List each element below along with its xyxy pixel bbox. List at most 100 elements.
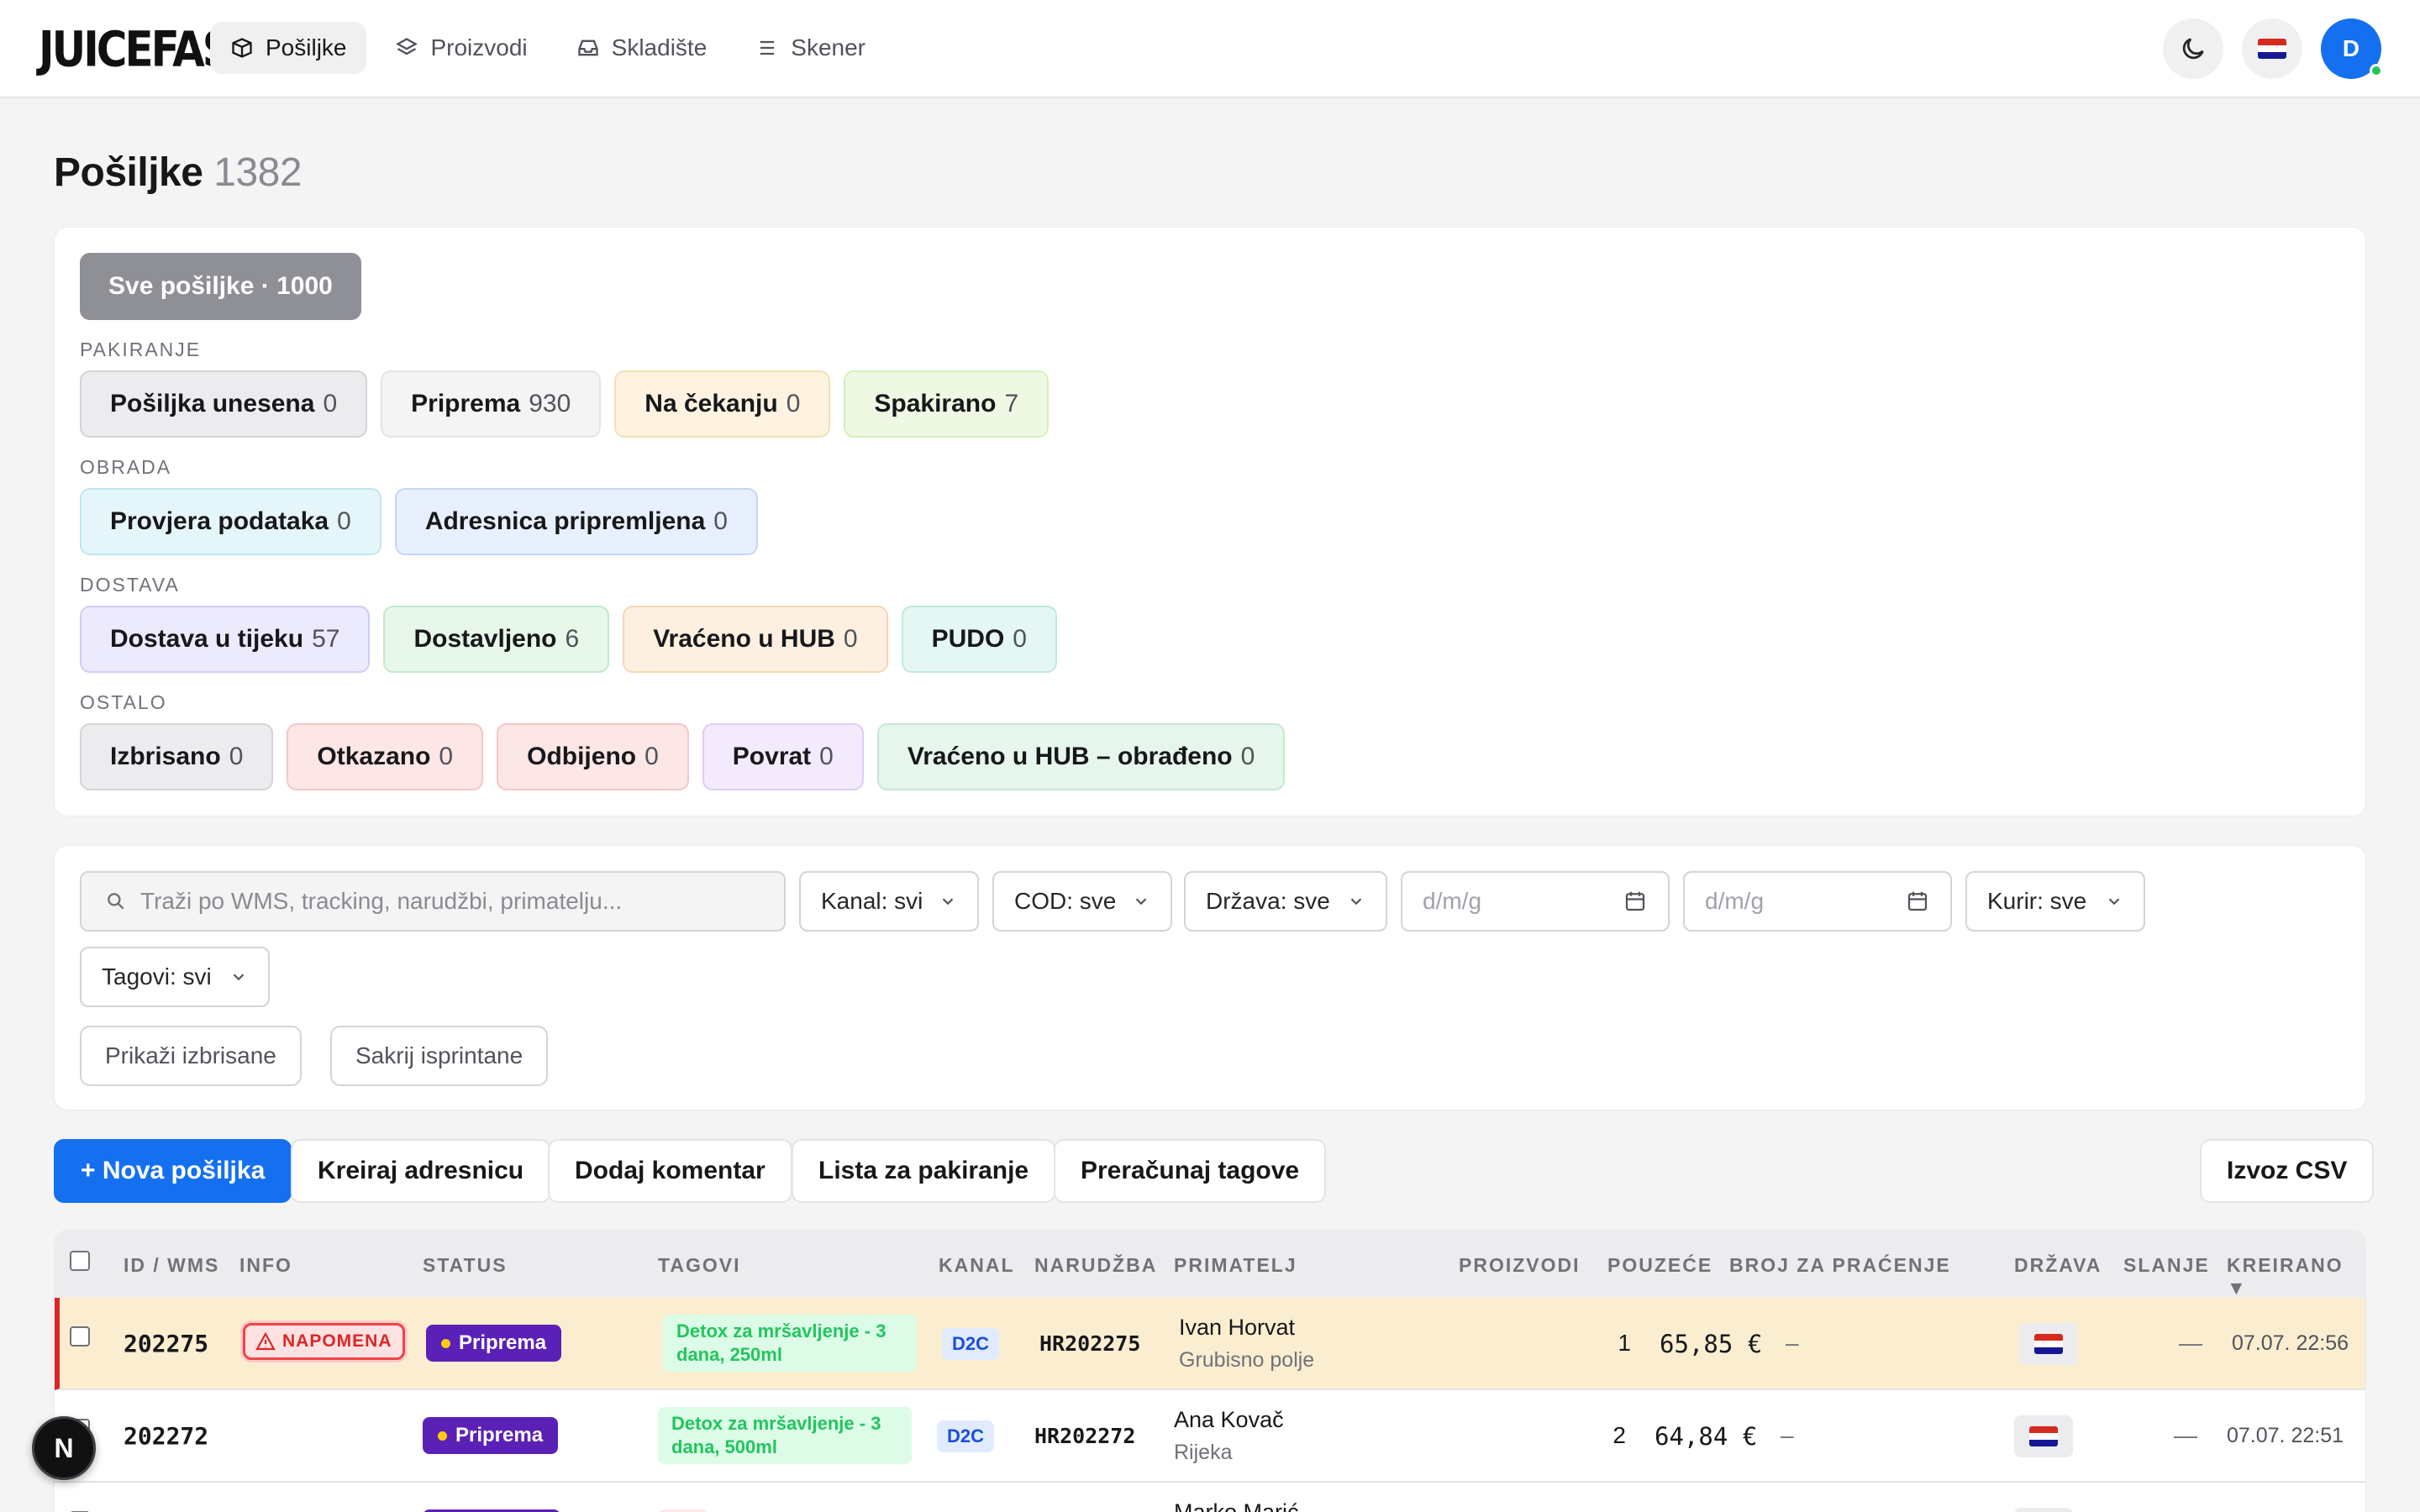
column-header-drzava[interactable]: DRŽAVA: [2014, 1254, 2102, 1277]
kanal-select[interactable]: Kanal: svi: [799, 871, 979, 932]
show-deleted-button[interactable]: Prikaži izbrisane: [80, 1026, 302, 1086]
column-header-slanje[interactable]: SLANJE: [2123, 1254, 2210, 1277]
status-chip[interactable]: Dostavljeno 6: [383, 606, 610, 673]
all-shipments-button[interactable]: Sve pošiljke · 1000: [80, 253, 361, 320]
create-label-button[interactable]: Kreiraj adresnicu: [291, 1139, 551, 1203]
status-chip[interactable]: Pošiljka unesena 0: [80, 370, 368, 438]
status-chip[interactable]: Na čekanju 0: [614, 370, 831, 438]
column-header-primatelj[interactable]: PRIMATELJ: [1174, 1254, 1297, 1277]
search-input[interactable]: Traži po WMS, tracking, narudžbi, primat…: [80, 871, 786, 932]
nav-item-skladiste[interactable]: Skladište: [556, 22, 728, 74]
recipient-name: Ana Kovač: [1174, 1407, 1284, 1432]
warning-icon: [255, 1331, 276, 1351]
croatia-flag-icon: [2258, 39, 2286, 59]
column-header-tracking[interactable]: BROJ ZA PRAĆENJE: [1729, 1254, 1951, 1277]
tracking-number: –: [1786, 1330, 1799, 1356]
status-badge: Priprema: [426, 1325, 562, 1362]
tag-chip: Detox za mršavljenje - 3 dana, 250ml: [663, 1315, 917, 1372]
chip-count: 0: [439, 743, 454, 770]
chip-count: 57: [312, 625, 340, 653]
status-chip[interactable]: Provjera podataka 0: [80, 488, 381, 555]
status-chip[interactable]: Povrat 0: [702, 723, 864, 790]
packing-list-button[interactable]: Lista za pakiranje: [792, 1139, 1056, 1203]
status-dot: [441, 1338, 450, 1348]
country-cell: [2014, 1415, 2073, 1457]
recipient-city: Grubisno polje: [1179, 1348, 1315, 1372]
chevron-down-icon: [233, 974, 245, 981]
top-bar: JUICEFAST Pošiljke Proizvodi Skladište S…: [0, 0, 2420, 98]
row-id[interactable]: 202275: [124, 1330, 208, 1357]
group-label-pakiranje: PAKIRANJE: [80, 339, 202, 360]
status-chip[interactable]: Otkazano 0: [287, 723, 484, 790]
column-header-kreirano[interactable]: KREIRANO ▼: [2227, 1254, 2365, 1299]
country-flag: [2014, 1415, 2073, 1457]
shipments-table: ID / WMS INFO STATUS TAGOVI KANAL NARUDŽ…: [54, 1230, 2366, 1512]
table-row[interactable]: Marko Marić: [55, 1483, 2365, 1512]
table-row[interactable]: 202272 Priprema Detox za mršavljenje - 3…: [55, 1390, 2365, 1483]
column-header-pouzece[interactable]: POUZEĆE: [1607, 1254, 1712, 1277]
floating-n-button[interactable]: N: [32, 1416, 96, 1480]
table-row[interactable]: 202275 NAPOMENA Priprema Detox za mršavl…: [55, 1298, 2365, 1390]
status-chip[interactable]: Spakirano 7: [844, 370, 1050, 438]
group-label-ostalo: OSTALO: [80, 691, 167, 713]
kurir-select[interactable]: Kurir: sve: [1965, 871, 2145, 932]
kanal-badge: D2C: [942, 1328, 1000, 1360]
column-header-kanal[interactable]: KANAL: [939, 1254, 1015, 1277]
hide-printed-button[interactable]: Sakrij isprintane: [330, 1026, 549, 1086]
column-header-proizvodi[interactable]: PROIZVODI: [1459, 1254, 1581, 1277]
search-placeholder: Traži po WMS, tracking, narudžbi, primat…: [140, 888, 623, 914]
order-number[interactable]: HR202275: [1039, 1331, 1140, 1356]
nav-item-proizvodi[interactable]: Proizvodi: [375, 22, 547, 74]
export-csv-button[interactable]: Izvoz CSV: [2200, 1139, 2375, 1203]
tagovi-select[interactable]: Tagovi: svi: [80, 947, 270, 1007]
cod-select[interactable]: COD: sve: [992, 871, 1172, 932]
column-header-status[interactable]: STATUS: [423, 1254, 508, 1277]
info-badge[interactable]: NAPOMENA: [243, 1323, 405, 1360]
nav-item-posiljke[interactable]: Pošiljke: [210, 22, 367, 74]
chip-label: PUDO: [931, 625, 1005, 653]
column-header-id[interactable]: ID / WMS: [124, 1254, 219, 1277]
column-header-info[interactable]: INFO: [239, 1254, 292, 1277]
chip-label: Na čekanju: [644, 390, 778, 417]
page-title-text: Pošiljke: [54, 150, 203, 195]
status-chip[interactable]: Adresnica pripremljena 0: [394, 488, 758, 555]
status-chip[interactable]: Priprema 930: [381, 370, 602, 438]
theme-toggle-button[interactable]: [2163, 18, 2223, 79]
column-header-tagovi[interactable]: TAGOVI: [658, 1254, 740, 1277]
status-chip[interactable]: Vraćeno u HUB – obrađeno 0: [876, 723, 1286, 790]
avatar[interactable]: D: [2321, 18, 2383, 79]
nav-item-label: Pošiljke: [266, 34, 347, 60]
status-chip[interactable]: Dostava u tijeku 57: [80, 606, 371, 673]
row-id[interactable]: 202272: [124, 1422, 208, 1450]
kurir-select-value: Kurir: sve: [1987, 888, 2087, 914]
avatar-initial: D: [2342, 35, 2360, 61]
language-button[interactable]: [2242, 18, 2302, 79]
products-count: 2: [1612, 1422, 1626, 1448]
add-comment-button[interactable]: Dodaj komentar: [548, 1139, 792, 1203]
drzava-select[interactable]: Država: sve: [1184, 871, 1387, 932]
date-from-input[interactable]: d/m/g: [1401, 871, 1670, 932]
nav-item-skener[interactable]: Skener: [735, 22, 886, 74]
recalc-tags-button[interactable]: Preračunaj tagove: [1054, 1139, 1327, 1203]
status-chip[interactable]: Odbijeno 0: [497, 723, 689, 790]
chip-count: 0: [843, 625, 858, 653]
row-checkbox[interactable]: [70, 1326, 90, 1347]
chip-label: Priprema: [411, 390, 521, 417]
status-chip[interactable]: Vraćeno u HUB 0: [623, 606, 888, 673]
country-flag: [2019, 1323, 2078, 1365]
new-shipment-button[interactable]: + Nova pošiljka: [54, 1139, 292, 1203]
select-all-checkbox[interactable]: [70, 1251, 90, 1271]
column-header-narudzba[interactable]: NARUDŽBA: [1034, 1254, 1157, 1277]
status-chip[interactable]: PUDO 0: [901, 606, 1057, 673]
country-flag: [2014, 1508, 2073, 1512]
status-badge: Priprema: [423, 1417, 559, 1454]
chevron-down-icon: [1350, 898, 1362, 906]
recipient-name: Marko Marić: [1174, 1499, 1299, 1512]
chip-label: Pošiljka unesena: [110, 390, 315, 417]
date-to-input[interactable]: d/m/g: [1683, 871, 1952, 932]
order-number[interactable]: HR202272: [1034, 1424, 1135, 1448]
top-right-controls: D: [2163, 18, 2383, 79]
chip-row-ostalo: Izbrisano 0 Otkazano 0 Odbijeno 0 Povrat 0 V…: [80, 723, 1286, 790]
chip-label: Otkazano: [317, 743, 431, 770]
status-chip[interactable]: Izbrisano 0: [80, 723, 274, 790]
